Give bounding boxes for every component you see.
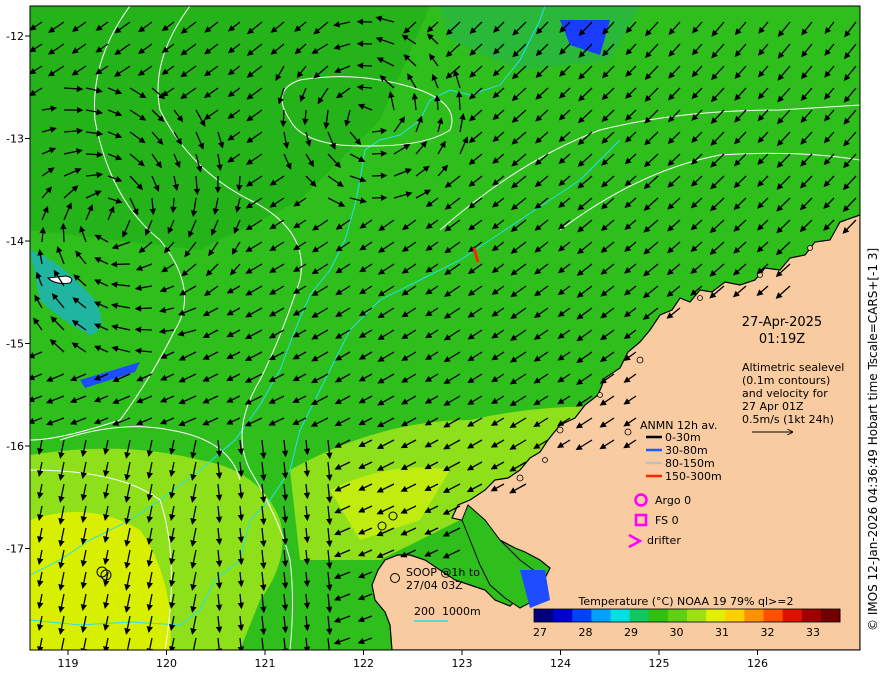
- colorbar-swatches: [534, 609, 841, 622]
- map-time: 01:19Z: [759, 332, 805, 347]
- colorbar-swatch: [591, 609, 611, 622]
- colorbar-swatch: [534, 609, 554, 622]
- colorbar-swatch: [667, 609, 688, 622]
- sea-surface-temperature-map: 119 120 121 122 123 124 125 126 -12 -13 -14 -15 -16…: [6, 5, 880, 670]
- colorbar-swatch: [687, 609, 707, 622]
- colorbar-tick-label: 29: [624, 626, 638, 639]
- colorbar-swatch: [763, 609, 784, 622]
- colorbar-swatch: [610, 609, 631, 622]
- lon-tick-label: 119: [58, 657, 79, 670]
- map-date: 27-Apr-2025: [742, 315, 822, 330]
- description-line: Altimetric sealevel: [742, 361, 844, 374]
- soop-label-line: SOOP @1h to: [406, 566, 480, 579]
- velocity-arrow: [371, 172, 388, 179]
- lon-tick-label: 125: [649, 657, 670, 670]
- colorbar-swatch: [572, 609, 592, 622]
- colorbar-swatch: [744, 609, 764, 622]
- velocity-arrow: [371, 150, 388, 157]
- colorbar-swatch: [629, 609, 650, 622]
- anmn-legend-label: 150-300m: [665, 470, 722, 483]
- lat-tick-label: -12: [6, 30, 24, 43]
- lon-tick-label: 120: [156, 657, 177, 670]
- latitude-axis: -12 -13 -14 -15 -16 -17: [6, 30, 30, 556]
- lon-tick-label: 123: [452, 657, 473, 670]
- anmn-legend-label: 30-80m: [665, 444, 708, 457]
- velocity-arrow: [280, 109, 287, 128]
- drifter-label: drifter: [647, 534, 681, 547]
- lat-tick-label: -13: [6, 133, 24, 146]
- depth-legend-200: 200: [414, 605, 435, 618]
- lon-tick-label: 121: [255, 657, 276, 670]
- colorbar-tick-label: 28: [579, 626, 593, 639]
- colorbar-title: Temperature (°C) NOAA 19 79% ql>=2: [578, 595, 794, 608]
- lon-tick-label: 124: [550, 657, 571, 670]
- colorbar-swatch: [782, 609, 803, 622]
- description-line: (0.1m contours): [742, 374, 830, 387]
- fs-label: FS 0: [655, 514, 679, 527]
- colorbar-swatch: [553, 609, 573, 622]
- colorbar-tick-label: 33: [806, 626, 820, 639]
- velocity-arrow: [110, 261, 131, 268]
- description-line: and velocity for: [742, 387, 828, 400]
- colorbar-tick-label: 32: [761, 626, 775, 639]
- argo-label: Argo 0: [655, 494, 691, 507]
- velocity-arrow: [134, 305, 153, 312]
- colorbar-swatch: [648, 609, 669, 622]
- plot-area: [30, 6, 860, 650]
- description-line: 0.5m/s (1kt 24h): [742, 413, 834, 426]
- lat-tick-label: -16: [6, 440, 24, 453]
- colorbar-swatch: [820, 609, 841, 622]
- lat-tick-label: -14: [6, 235, 24, 248]
- colorbar-swatch: [801, 609, 822, 622]
- velocity-arrow: [134, 326, 153, 333]
- depth-legend-1000: 1000m: [442, 605, 481, 618]
- lat-tick-label: -17: [6, 543, 24, 556]
- colorbar-tick-label: 30: [670, 626, 684, 639]
- colorbar-tick-label: 27: [533, 626, 547, 639]
- colorbar-tick-label: 31: [715, 626, 729, 639]
- anmn-legend-label: 80-150m: [665, 457, 715, 470]
- velocity-arrow: [60, 222, 67, 243]
- soop-label-line: 27/04 03Z: [406, 579, 463, 592]
- lon-tick-label: 122: [353, 657, 374, 670]
- velocity-arrow: [85, 151, 104, 158]
- description-line: 27 Apr 01Z: [742, 400, 804, 413]
- colorbar-swatch: [706, 609, 726, 622]
- anmn-legend-label: 0-30m: [665, 431, 701, 444]
- colorbar-swatch: [725, 609, 745, 622]
- lat-tick-label: -15: [6, 338, 24, 351]
- longitude-axis: 119 120 121 122 123 124 125 126: [58, 650, 768, 670]
- lon-tick-label: 126: [747, 657, 768, 670]
- velocity-arrow: [356, 62, 373, 69]
- imos-credit: © IMOS 12-Jan-2026 04:36:49 Hobart time …: [866, 248, 880, 631]
